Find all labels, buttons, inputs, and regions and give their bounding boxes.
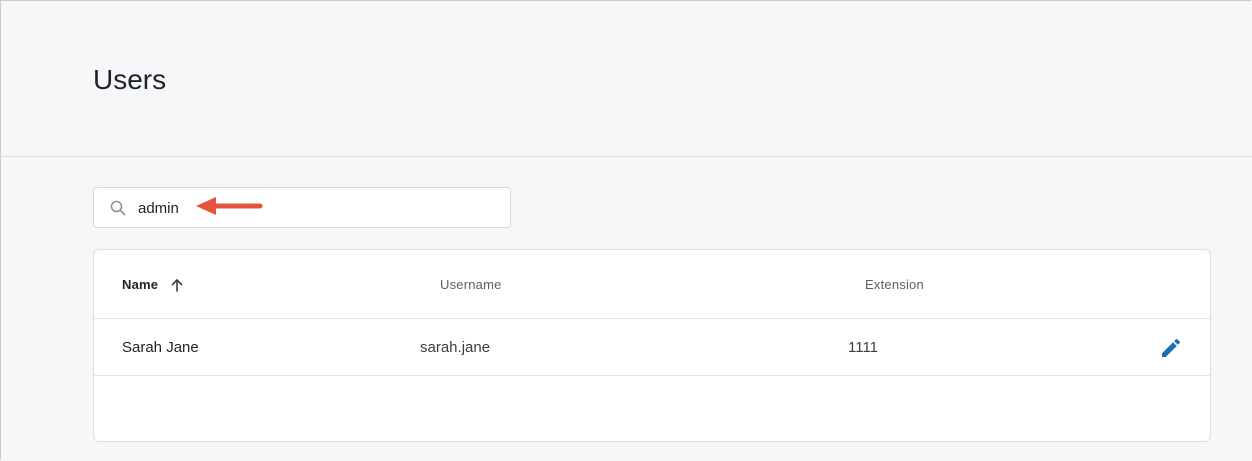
page-header: Users	[0, 0, 1252, 157]
table-row[interactable]: Sarah Jane sarah.jane 1111	[94, 319, 1210, 376]
edit-user-button[interactable]	[1158, 336, 1184, 360]
search-input[interactable]	[138, 197, 498, 219]
search-icon	[110, 200, 126, 216]
edit-pencil-icon	[1162, 338, 1181, 357]
users-table: Name Username Extension Sarah Jane sarah…	[93, 249, 1211, 442]
arrow-up-icon	[171, 279, 183, 292]
cell-username: sarah.jane	[420, 339, 491, 356]
red-arrow-left-icon	[196, 197, 263, 215]
column-header-extension[interactable]: Extension	[865, 277, 924, 293]
column-header-name[interactable]: Name	[122, 277, 184, 293]
cell-extension: 1111	[848, 339, 879, 356]
table-header-row: Name Username Extension	[94, 250, 1210, 319]
page-title: Users	[93, 64, 167, 95]
column-header-username[interactable]: Username	[440, 277, 502, 293]
search-box[interactable]	[93, 187, 511, 228]
column-header-name-label: Name	[122, 277, 159, 292]
cell-name: Sarah Jane	[122, 339, 199, 356]
